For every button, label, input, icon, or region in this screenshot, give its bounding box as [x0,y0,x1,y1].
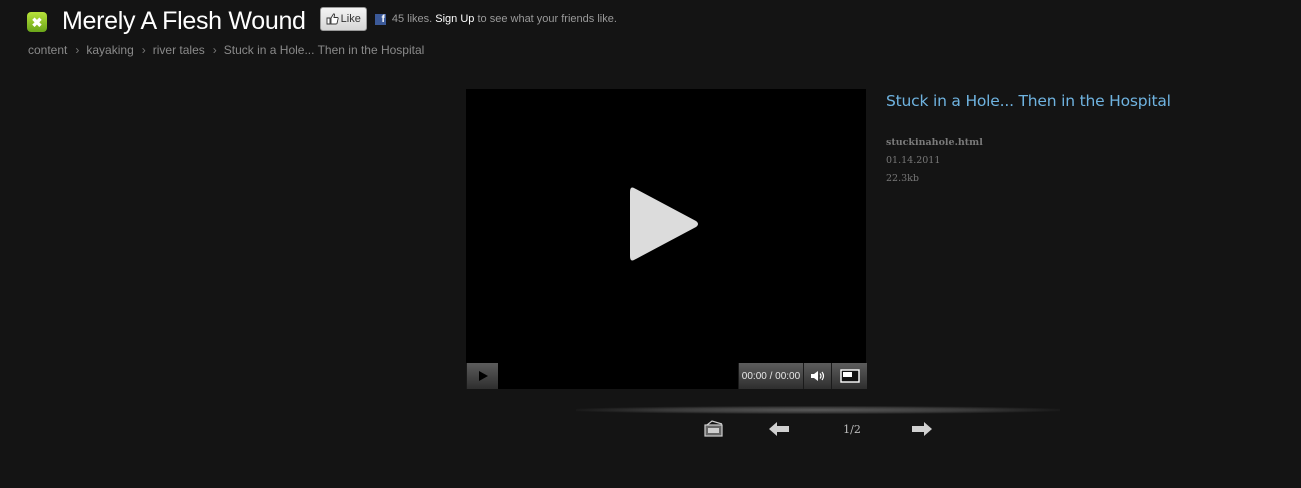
header: ✖ Merely A Flesh Wound Like f 45 likes. … [27,6,617,36]
gallery-button[interactable] [702,418,726,440]
breadcrumb-separator: › [212,43,217,57]
breadcrumb: content › kayaking › river tales › Stuck… [28,43,424,57]
signup-suffix: to see what your friends like. [477,13,617,25]
item-meta: stuckinahole.html 01.14.2011 22.3kb [886,134,1171,188]
facebook-icon: f [374,13,386,25]
big-play-icon[interactable] [628,184,700,264]
time-display: 00:00 / 00:00 [738,363,803,389]
item-size: 22.3kb [886,173,919,184]
item-date: 01.14.2011 [886,155,941,166]
fullscreen-icon [839,369,860,383]
volume-button[interactable] [803,363,831,389]
signup-link[interactable]: Sign Up [435,13,474,25]
breadcrumb-separator: › [141,43,146,57]
volume-icon [810,371,824,381]
play-button[interactable] [466,363,498,389]
breadcrumb-river-tales[interactable]: river tales [153,43,205,57]
video-player[interactable]: 00:00 / 00:00 [466,89,867,389]
play-icon [478,371,488,381]
item-info: Stuck in a Hole... Then in the Hospital … [886,92,1171,188]
fullscreen-button[interactable] [831,363,867,389]
item-filename: stuckinahole.html [886,137,983,148]
next-button[interactable] [910,418,934,440]
like-label: Like [340,13,361,25]
previous-button[interactable] [767,418,791,440]
site-title[interactable]: Merely A Flesh Wound [62,7,306,36]
arrow-left-icon [769,422,789,436]
player-controls: 00:00 / 00:00 [466,363,867,389]
logo-icon[interactable]: ✖ [27,12,47,32]
thumbs-up-icon [326,13,339,25]
page-counter: 1/2 [843,422,861,436]
breadcrumb-kayaking[interactable]: kayaking [86,43,133,57]
arrow-right-icon [912,422,932,436]
breadcrumb-separator: › [75,43,80,57]
divider [576,406,1060,414]
breadcrumb-content[interactable]: content [28,43,67,57]
like-button[interactable]: Like [319,7,367,31]
likes-count: 45 likes. [391,13,433,25]
item-title[interactable]: Stuck in a Hole... Then in the Hospital [886,92,1171,110]
breadcrumb-current: Stuck in a Hole... Then in the Hospital [223,43,425,57]
gallery-icon [704,420,723,437]
social-text: 45 likes. Sign Up to see what your frien… [392,13,617,25]
